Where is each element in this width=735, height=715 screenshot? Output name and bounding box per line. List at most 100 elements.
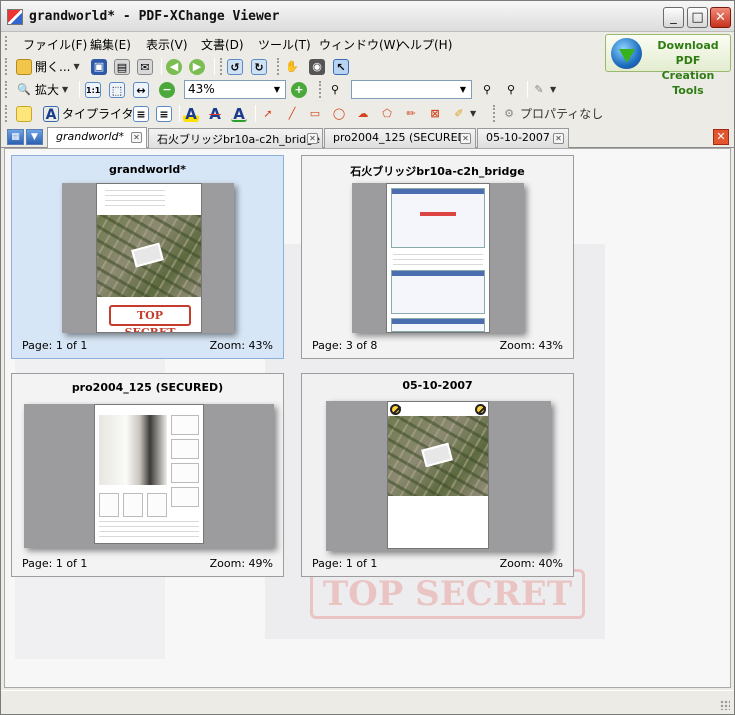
polygon-tool-button[interactable]: ⬠ (379, 103, 395, 124)
rectangle-icon: ▭ (309, 106, 321, 120)
close-tab-icon[interactable]: ✕ (307, 133, 318, 144)
arrow-left-icon: ◀ (166, 58, 182, 75)
fit-width-button[interactable]: ↔ (133, 79, 149, 100)
save-button[interactable]: ▣ (91, 56, 107, 77)
toolbar-grip[interactable] (5, 105, 8, 122)
menubar-grip[interactable] (5, 36, 8, 50)
search-combo[interactable]: ▼ (351, 80, 472, 99)
menu-help[interactable]: ヘルプ(H) (398, 36, 452, 53)
cloud-tool-button[interactable]: ☁ (355, 103, 371, 124)
chevron-down-icon[interactable]: ▼ (456, 82, 470, 97)
maximize-button[interactable]: □ (687, 7, 708, 28)
close-tab-icon[interactable]: ✕ (460, 133, 471, 144)
toolbar-grip[interactable] (493, 105, 496, 122)
highlight-menu-button[interactable]: ✎ ▼ (531, 79, 556, 100)
close-all-tabs-icon[interactable]: ✕ (713, 129, 729, 145)
actual-size-button[interactable]: 1:1 (85, 79, 101, 100)
email-button[interactable]: ✉ (137, 56, 153, 77)
menu-tools[interactable]: ツール(T) (258, 36, 311, 53)
zoom-out-button[interactable]: − (159, 79, 175, 100)
minimize-button[interactable]: _ (663, 7, 684, 28)
highlight-text-button[interactable]: A (183, 103, 199, 124)
tile-view-button[interactable]: ▦ (7, 129, 24, 145)
print-button[interactable]: ▤ (114, 56, 130, 77)
oval-tool-button[interactable]: ◯ (331, 103, 347, 124)
menu-window[interactable]: ウィンドウ(W) (319, 36, 400, 53)
zoom-in-button[interactable]: + (291, 79, 307, 100)
tab-pro2004[interactable]: pro2004_125 (SECURED) ✕ (324, 128, 476, 148)
fit-page-button[interactable]: ⬚ (109, 79, 125, 100)
stamp-tool-button[interactable]: ⊠ (427, 103, 443, 124)
snapshot-button[interactable]: ◉ (309, 56, 325, 77)
menu-file[interactable]: ファイル(F) (23, 36, 87, 53)
title-bar[interactable]: grandworld* - PDF-XChange Viewer _ □ ✕ (1, 1, 734, 32)
tab-list-dropdown[interactable]: ▼ (26, 129, 43, 145)
document-thumbnail-grandworld[interactable]: grandworld* TOP SECRET Page: 1 of 1 Zoom… (11, 155, 284, 359)
textbox-button[interactable]: ≡ (133, 103, 149, 124)
document-thumbnail-05-10-2007[interactable]: 05-10-2007 Page: 1 of 1 Zoom: 40% (301, 373, 574, 577)
zoom-in-tool-button[interactable]: 🔍 拡大 ▼ (16, 79, 68, 100)
aerial-photo (97, 215, 201, 297)
separator (179, 105, 180, 122)
app-icon[interactable] (7, 9, 23, 25)
printer-icon: ▤ (114, 58, 130, 75)
menu-edit[interactable]: 編集(E) (90, 36, 131, 53)
tile-view-area[interactable]: TOP SECRET grandworld* TOP SECRET Page: … (4, 148, 731, 688)
document-thumbnail-pro2004[interactable]: pro2004_125 (SECURED) Page: 1 of 1 Zoom:… (11, 373, 284, 577)
rotate-left-button[interactable]: ↺ (227, 56, 243, 77)
zoom-level: Zoom: 49% (209, 557, 273, 570)
pencil-tool-button[interactable]: ✏ (403, 103, 419, 124)
chevron-down-icon: ▼ (550, 85, 557, 94)
callout-button[interactable]: ≡ (156, 103, 172, 124)
line-tool-button[interactable]: ╱ (284, 103, 300, 124)
find-next-button[interactable]: ⚲ (503, 79, 519, 100)
toolbar-grip[interactable] (277, 58, 280, 75)
tab-05-10-2007[interactable]: 05-10-2007 ✕ (477, 128, 569, 148)
strikeout-button[interactable]: A (207, 103, 223, 124)
find-button[interactable]: ⚲ (327, 79, 343, 100)
note-button[interactable] (16, 103, 32, 124)
properties-label: プロパティなし (520, 107, 604, 121)
download-creation-tools-banner[interactable]: Download PDF Creation Tools (605, 34, 731, 97)
open-button[interactable]: 開く... ▼ (16, 56, 80, 77)
tab-label: 石火ブリッジbr10a-c2h_bridge (157, 133, 321, 146)
menu-document[interactable]: 文書(D) (201, 36, 244, 53)
toolbar-grip[interactable] (5, 81, 8, 98)
toolbar-file: 開く... ▼ ▣ ▤ ✉ ◀ ▶ ↺ ↻ ✋ ◉ ↖ (1, 54, 601, 79)
forward-button[interactable]: ▶ (189, 56, 205, 77)
separator (79, 81, 80, 98)
properties-icon: ⚙ (504, 106, 514, 120)
toolbar-grip[interactable] (5, 58, 8, 75)
eraser-tool-button[interactable]: ✐ ▼ (451, 103, 476, 124)
pencil-icon: ✏ (406, 106, 416, 120)
document-thumbnail-bridge[interactable]: 石火ブリッジbr10a-c2h_bridge Page: 3 of 8 Zoom… (301, 155, 574, 359)
polygon-icon: ⬠ (382, 106, 392, 120)
close-button[interactable]: ✕ (710, 7, 731, 28)
close-tab-icon[interactable]: ✕ (553, 133, 564, 144)
arrow-tool-button[interactable]: ➚ (260, 103, 276, 124)
underline-button[interactable]: A (231, 103, 247, 124)
rectangle-tool-button[interactable]: ▭ (307, 103, 323, 124)
tab-bridge[interactable]: 石火ブリッジbr10a-c2h_bridge ✕ (148, 128, 323, 148)
properties-button[interactable]: ⚙ プロパティなし (501, 103, 603, 124)
camera-icon: ◉ (309, 58, 325, 75)
resize-grip-icon[interactable] (720, 700, 730, 710)
typewriter-button[interactable]: A タイプライター (43, 103, 146, 124)
select-tool-button[interactable]: ↖ (333, 56, 349, 77)
hand-tool-button[interactable]: ✋ (284, 56, 300, 77)
page-count: Page: 1 of 1 (312, 557, 378, 570)
menu-view[interactable]: 表示(V) (146, 36, 188, 53)
toolbar-grip[interactable] (319, 81, 322, 98)
tab-grandworld[interactable]: grandworld* ✕ (47, 127, 147, 149)
chevron-down-icon: ▼ (73, 62, 80, 71)
close-tab-icon[interactable]: ✕ (131, 132, 142, 143)
chevron-down-icon[interactable]: ▼ (270, 82, 284, 97)
toolbar-grip[interactable] (220, 58, 223, 75)
page-preview (386, 183, 490, 333)
find-previous-button[interactable]: ⚲ (479, 79, 495, 100)
rotate-right-button[interactable]: ↻ (251, 56, 267, 77)
catalog-photo (99, 415, 167, 485)
chevron-down-icon: ▼ (62, 85, 69, 94)
zoom-level-combo[interactable]: 43% ▼ (184, 80, 286, 99)
back-button[interactable]: ◀ (166, 56, 182, 77)
